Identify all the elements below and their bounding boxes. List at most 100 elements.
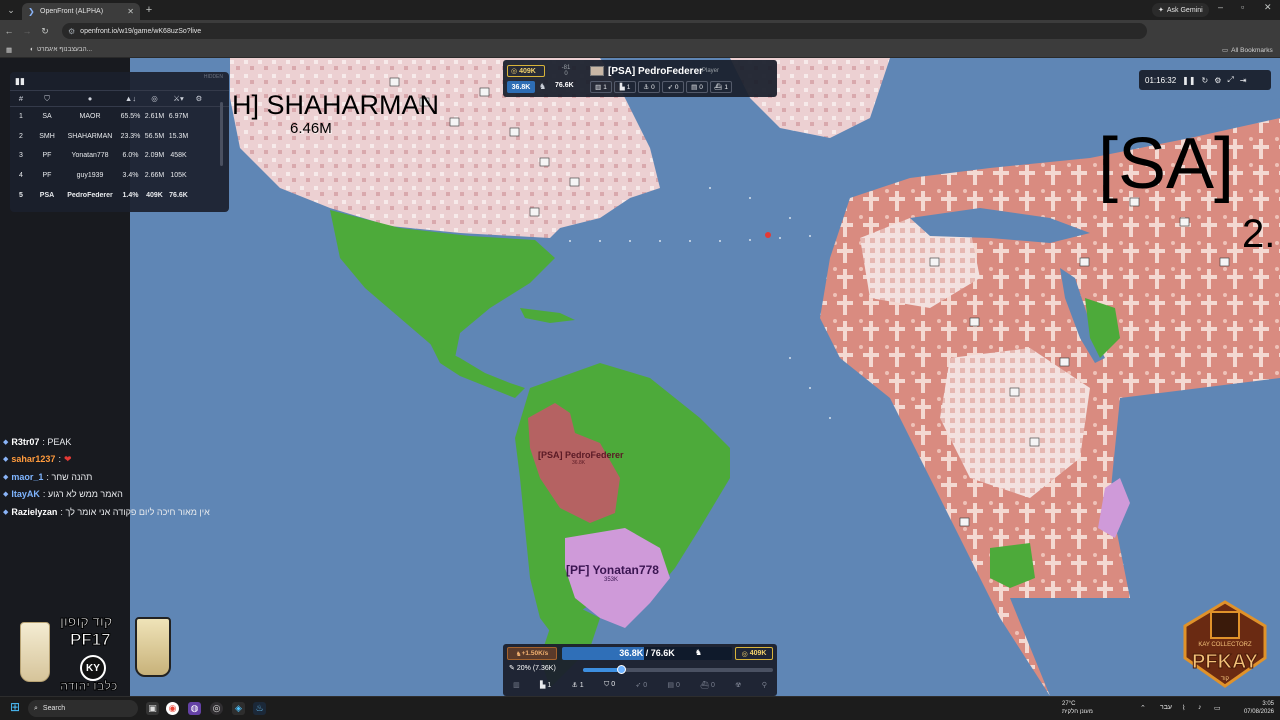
city-count: 1 <box>603 83 607 91</box>
app-icon[interactable]: ◈ <box>232 702 245 715</box>
build-factory-button[interactable]: ▙ 1 <box>540 681 551 694</box>
exit-icon[interactable]: ⇥ <box>1240 76 1247 85</box>
tray-chevron-icon[interactable]: ⌃ <box>1140 704 1146 712</box>
build-port-button[interactable]: ⚓ 1 <box>572 681 584 694</box>
chat-message: ◆ ItayAK : האמר ממש לא רגוע <box>3 486 233 504</box>
build-defense-button[interactable]: ⛉ 0 <box>604 681 615 694</box>
player-type: Player <box>702 68 720 74</box>
volume-icon[interactable]: ♪ <box>1198 704 1202 711</box>
bookmark-item[interactable]: ◐ הבעצבנוף איגמרט... <box>30 46 92 53</box>
row-gold: 2.09M <box>144 152 165 160</box>
leaderboard-row[interactable]: 3 PF Yonatan778 6.0% 2.09M 458K <box>10 146 229 166</box>
city-stat: ▥ 1 <box>590 81 612 93</box>
leaderboard-rows: 1 SA MAOR 65.5% 2.61M 6.97M 2 SMH SHAHAR… <box>10 107 229 205</box>
row-gold: 2.61M <box>144 113 165 121</box>
build-city-button[interactable]: ▥ <box>513 681 520 694</box>
troop-capacity-text: 36.8K / 76.6K <box>619 648 675 658</box>
map-label-sa: [SA] <box>1098 124 1235 204</box>
row-tag: PF <box>42 172 52 180</box>
perfume-bottle-icon <box>20 622 50 682</box>
player-gold: ◎ 409K <box>507 65 545 77</box>
search-icon: ⌕ <box>34 704 38 712</box>
new-tab-button[interactable]: + <box>140 4 158 16</box>
troops-sort-icon[interactable]: ⚔▾ <box>166 94 191 103</box>
build-hydrogen-button[interactable]: ⚲ <box>762 681 767 694</box>
row-land: 1.4% <box>122 191 139 199</box>
settings-icon[interactable]: ⚙ <box>1214 76 1221 85</box>
network-icon[interactable]: ⌇ <box>1182 704 1185 712</box>
player-troops: 36.8K <box>507 81 535 93</box>
warship-stat: ⛴ 1 <box>710 81 732 93</box>
kay-logo-icon: KAY COLLECTORZ PFKAY קוד <box>1183 600 1267 688</box>
steam-icon[interactable]: ♨ <box>253 702 266 715</box>
attack-ratio-slider[interactable] <box>583 665 773 674</box>
leaderboard-row[interactable]: 4 PF guy1939 3.4% 2.66M 105K <box>10 166 229 186</box>
reload-icon[interactable]: ↻ <box>36 26 54 37</box>
port-count: 0 <box>651 83 655 91</box>
map-label-pf-troops: 353K <box>604 577 619 583</box>
build-silo-button[interactable]: ▤ 0 <box>667 681 679 694</box>
soldier-icon: ♞ <box>694 648 702 657</box>
relation-bottom: 0 <box>564 71 568 77</box>
tab-search-icon[interactable]: ⌄ <box>0 0 22 20</box>
rank-header[interactable]: # <box>10 94 32 103</box>
site-info-icon[interactable]: ⚙ <box>68 27 75 36</box>
territory-caribbean-green[interactable] <box>520 308 575 323</box>
close-window-icon[interactable]: ✕ <box>1264 2 1272 13</box>
attack-ratio-handle[interactable] <box>617 665 626 674</box>
fullscreen-icon[interactable]: ⤢ <box>1227 75 1233 85</box>
obs-icon[interactable]: ◎ <box>210 702 223 715</box>
maximize-icon[interactable]: ▫ <box>1241 2 1244 12</box>
row-name: PedroFederer <box>67 191 113 199</box>
player-icon[interactable]: ● <box>62 94 118 103</box>
discord-icon[interactable]: ◍ <box>188 702 201 715</box>
apps-icon[interactable]: ▦ <box>6 46 12 54</box>
clock-time: 3:05 <box>1262 701 1274 707</box>
player-name: [PSA] PedroFederer <box>608 66 704 77</box>
ask-gemini-button[interactable]: ✦ Ask Gemini <box>1152 3 1209 17</box>
battery-icon[interactable]: ▭ <box>1214 704 1221 712</box>
map-label-sa-troops: 2. <box>1242 212 1276 256</box>
troop-capacity-bar: 36.8K / 76.6K ♞ <box>562 647 732 660</box>
missile-stat: ➶ 0 <box>662 81 684 93</box>
build-nuke-button[interactable]: ☢ <box>735 681 741 694</box>
settings-gear-icon[interactable]: ⚙ <box>191 94 207 103</box>
all-bookmarks[interactable]: ▭ All Bookmarks <box>1222 46 1273 55</box>
url-bar[interactable]: ⚙ openfront.io/w19/game/wK68uzSo?live <box>62 23 1147 39</box>
taskbar-search[interactable]: ⌕ Search <box>28 700 138 717</box>
control-bar: ♞ +1.50K/s 36.8K / 76.6K ♞ ◎ 409K ✎ 20% … <box>503 644 777 696</box>
windows-start-icon[interactable]: ⊞ <box>10 700 20 714</box>
land-sort-icon[interactable]: ▲↓ <box>118 94 143 103</box>
chat-message: ◆ Razielyzan : אין מאור חיכה ליום פקודה … <box>3 503 233 521</box>
ask-gemini-label: Ask Gemini <box>1166 6 1203 14</box>
clan-icon[interactable]: ⛉ <box>32 94 62 104</box>
language-indicator[interactable]: עבר <box>1160 704 1172 711</box>
player-buildings: ▥ 1 ▙ 1 ⚓ 0 ➶ 0 ▤ 0 ⛴ 1 <box>590 81 732 93</box>
player-info-panel: ◎ 409K -81 0 36.8K ♞ 76.6K [PSA] PedroFe… <box>503 60 777 97</box>
territory-central-america-green[interactable] <box>430 343 525 398</box>
forward-icon[interactable]: → <box>18 26 36 36</box>
leaderboard-row[interactable]: 1 SA MAOR 65.5% 2.61M 6.97M <box>10 107 229 127</box>
restart-icon[interactable]: ↻ <box>1202 76 1209 85</box>
enemy-unit-icon[interactable] <box>765 232 771 238</box>
taskbar-clock[interactable]: 3:05 07/08/2026 <box>1238 700 1274 716</box>
silo-icon: ▤ <box>691 84 698 91</box>
weather-widget[interactable]: 27°C מעונן חלקית <box>1062 700 1093 716</box>
bar-chart-icon[interactable]: ▮▮ <box>15 76 25 87</box>
row-troops: 105K <box>170 172 187 180</box>
leaderboard-row-current-player[interactable]: 5 PSA PedroFederer 1.4% 409K 76.6K <box>10 185 229 205</box>
browser-tab[interactable]: ❯ OpenFront (ALPHA) ✕ <box>22 3 140 20</box>
build-missile-button[interactable]: ➶ 0 <box>635 681 647 694</box>
close-tab-icon[interactable]: ✕ <box>127 7 134 16</box>
gold-coin-icon[interactable]: ◎ <box>143 94 166 103</box>
missile-count: 0 <box>674 83 679 91</box>
anchor-icon: ⚓ <box>643 84 650 91</box>
task-view-icon[interactable]: ▣ <box>146 702 159 715</box>
back-icon[interactable]: ← <box>0 26 18 36</box>
leaderboard-scrollbar[interactable] <box>220 102 223 166</box>
pause-icon[interactable]: ❚❚ <box>1182 76 1195 85</box>
minimize-icon[interactable]: – <box>1218 2 1223 12</box>
chrome-icon[interactable]: ◉ <box>166 702 179 715</box>
leaderboard-row[interactable]: 2 SMH SHAHARMAN 23.3% 56.5M 15.3M <box>10 127 229 147</box>
build-warship-button[interactable]: ⛴ 0 <box>700 681 715 694</box>
